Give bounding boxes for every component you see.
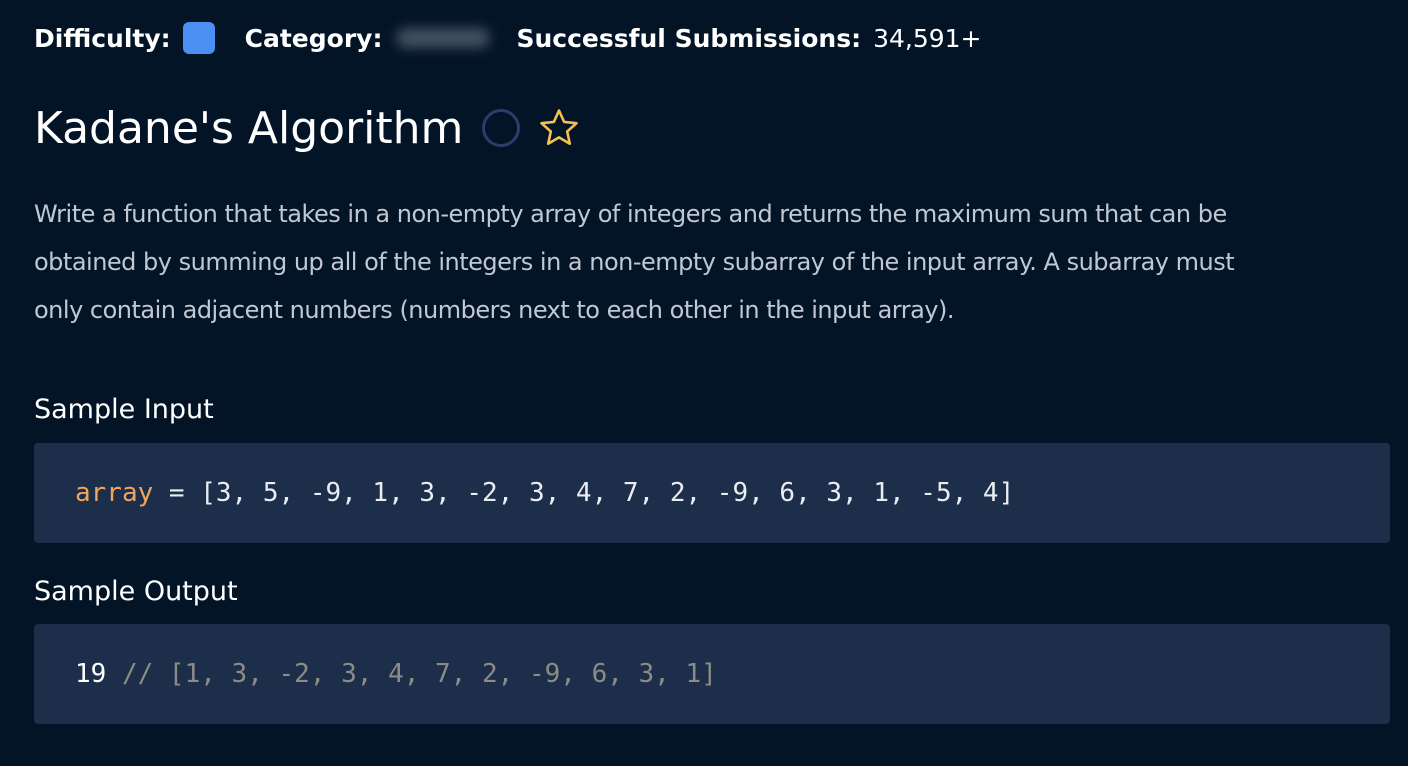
category-label: Category: [244,23,383,53]
sample-output-heading: Sample Output [34,576,238,607]
submissions-count: 34,591+ [873,23,982,53]
assignment-operator: = [153,478,201,508]
difficulty-label: Difficulty: [34,23,171,53]
category-value-blurred [396,28,491,48]
favorite-star-icon[interactable] [537,106,581,150]
difficulty-badge [182,22,215,54]
output-comment: // [1, 3, -2, 3, 4, 7, 2, -9, 6, 3, 1] [106,659,717,689]
problem-title-row: Kadane's Algorithm [34,100,581,156]
problem-meta-bar: Difficulty: Category: Successful Submiss… [34,21,982,55]
sample-input-code-block: array = [3, 5, -9, 1, 3, -2, 3, 4, 7, 2,… [34,443,1390,543]
sample-output-code-block: 19 // [1, 3, -2, 3, 4, 7, 2, -9, 6, 3, 1… [34,624,1390,724]
sample-input-heading: Sample Input [34,394,214,425]
input-variable-name: array [75,478,154,508]
description-line: only contain adjacent numbers (numbers n… [34,296,955,324]
problem-description: Write a function that takes in a non-emp… [34,190,1390,334]
description-line: obtained by summing up all of the intege… [34,248,1235,276]
output-result: 19 [75,659,107,689]
description-line: Write a function that takes in a non-emp… [34,200,1227,228]
input-array-value: [3, 5, -9, 1, 3, -2, 3, 4, 7, 2, -9, 6, … [200,478,1015,508]
submissions-label: Successful Submissions: [516,23,862,53]
problem-title: Kadane's Algorithm [34,102,464,154]
completion-circle-icon[interactable] [481,108,521,148]
